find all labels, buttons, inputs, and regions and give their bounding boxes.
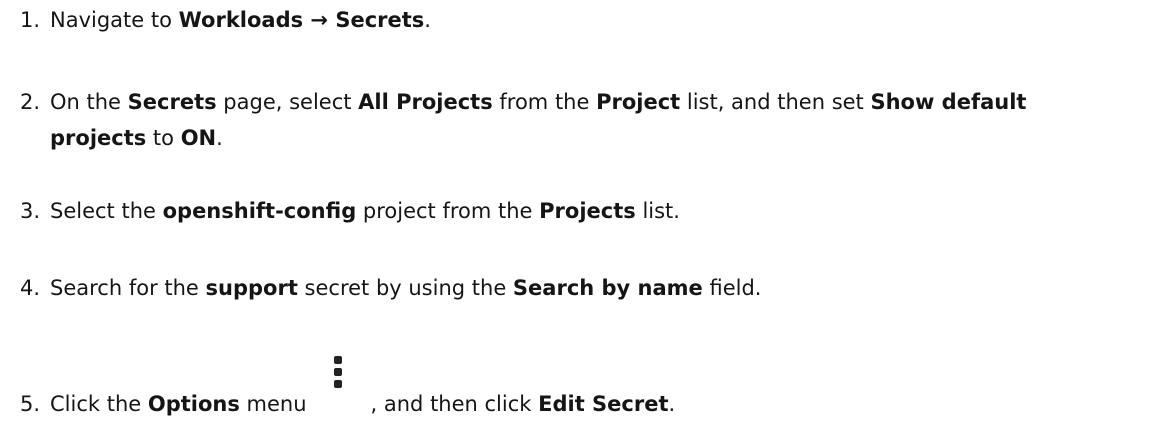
step-3: 3. Select the openshift-config project fr… <box>0 193 680 229</box>
step-text: list. <box>635 199 680 223</box>
step-text: from the <box>492 90 597 114</box>
step-text: . <box>216 126 223 150</box>
step-text: project from the <box>356 199 540 223</box>
ui-term: support <box>205 276 298 300</box>
ui-term: Projects <box>539 199 636 223</box>
ui-term: Show default <box>870 90 1027 114</box>
step-5: 5. Click the Options menu , and then click… <box>0 356 676 422</box>
step-1: 1. Navigate to Workloads → Secrets. <box>0 2 431 38</box>
step-text: . <box>424 8 431 32</box>
ui-term: projects <box>50 126 147 150</box>
step-text: On the <box>50 90 128 114</box>
step-text: Select the <box>50 199 163 223</box>
ui-term: Edit Secret <box>538 392 669 416</box>
procedure-page: { "steps": [ { "num": "1.", "t1": "Navig… <box>0 0 1176 416</box>
ui-term: Secrets <box>127 90 217 114</box>
step-text: page, select <box>216 90 359 114</box>
step-text: , and then click <box>370 392 539 416</box>
ui-term: Options <box>147 392 240 416</box>
kebab-options-icon <box>331 356 345 400</box>
step-number: 5. <box>20 392 41 416</box>
step-text: Navigate to <box>50 8 179 32</box>
step-number: 2. <box>20 90 41 114</box>
step-text: field. <box>702 276 762 300</box>
step-number: 4. <box>20 276 41 300</box>
ui-term: Project <box>596 90 681 114</box>
step-text: Click the <box>50 392 148 416</box>
step-2: 2. On the Secrets page, select All Projec… <box>0 84 1026 120</box>
step-2-continued: projects to ON. <box>0 120 223 156</box>
ui-path: Workloads → Secrets <box>178 8 425 32</box>
ui-term: openshift-config <box>162 199 357 223</box>
step-text: . <box>668 392 676 416</box>
step-text: list, and then set <box>680 90 871 114</box>
ui-term: All Projects <box>358 90 493 114</box>
ui-term: Search by name <box>512 276 703 300</box>
step-number: 3. <box>20 199 41 223</box>
step-text: to <box>146 126 181 150</box>
ui-term: ON <box>180 126 217 150</box>
step-text: secret by using the <box>297 276 513 300</box>
step-text: Search for the <box>50 276 206 300</box>
step-4: 4. Search for the support secret by using… <box>0 270 761 306</box>
step-number: 1. <box>20 8 41 32</box>
step-text: menu <box>239 392 307 416</box>
